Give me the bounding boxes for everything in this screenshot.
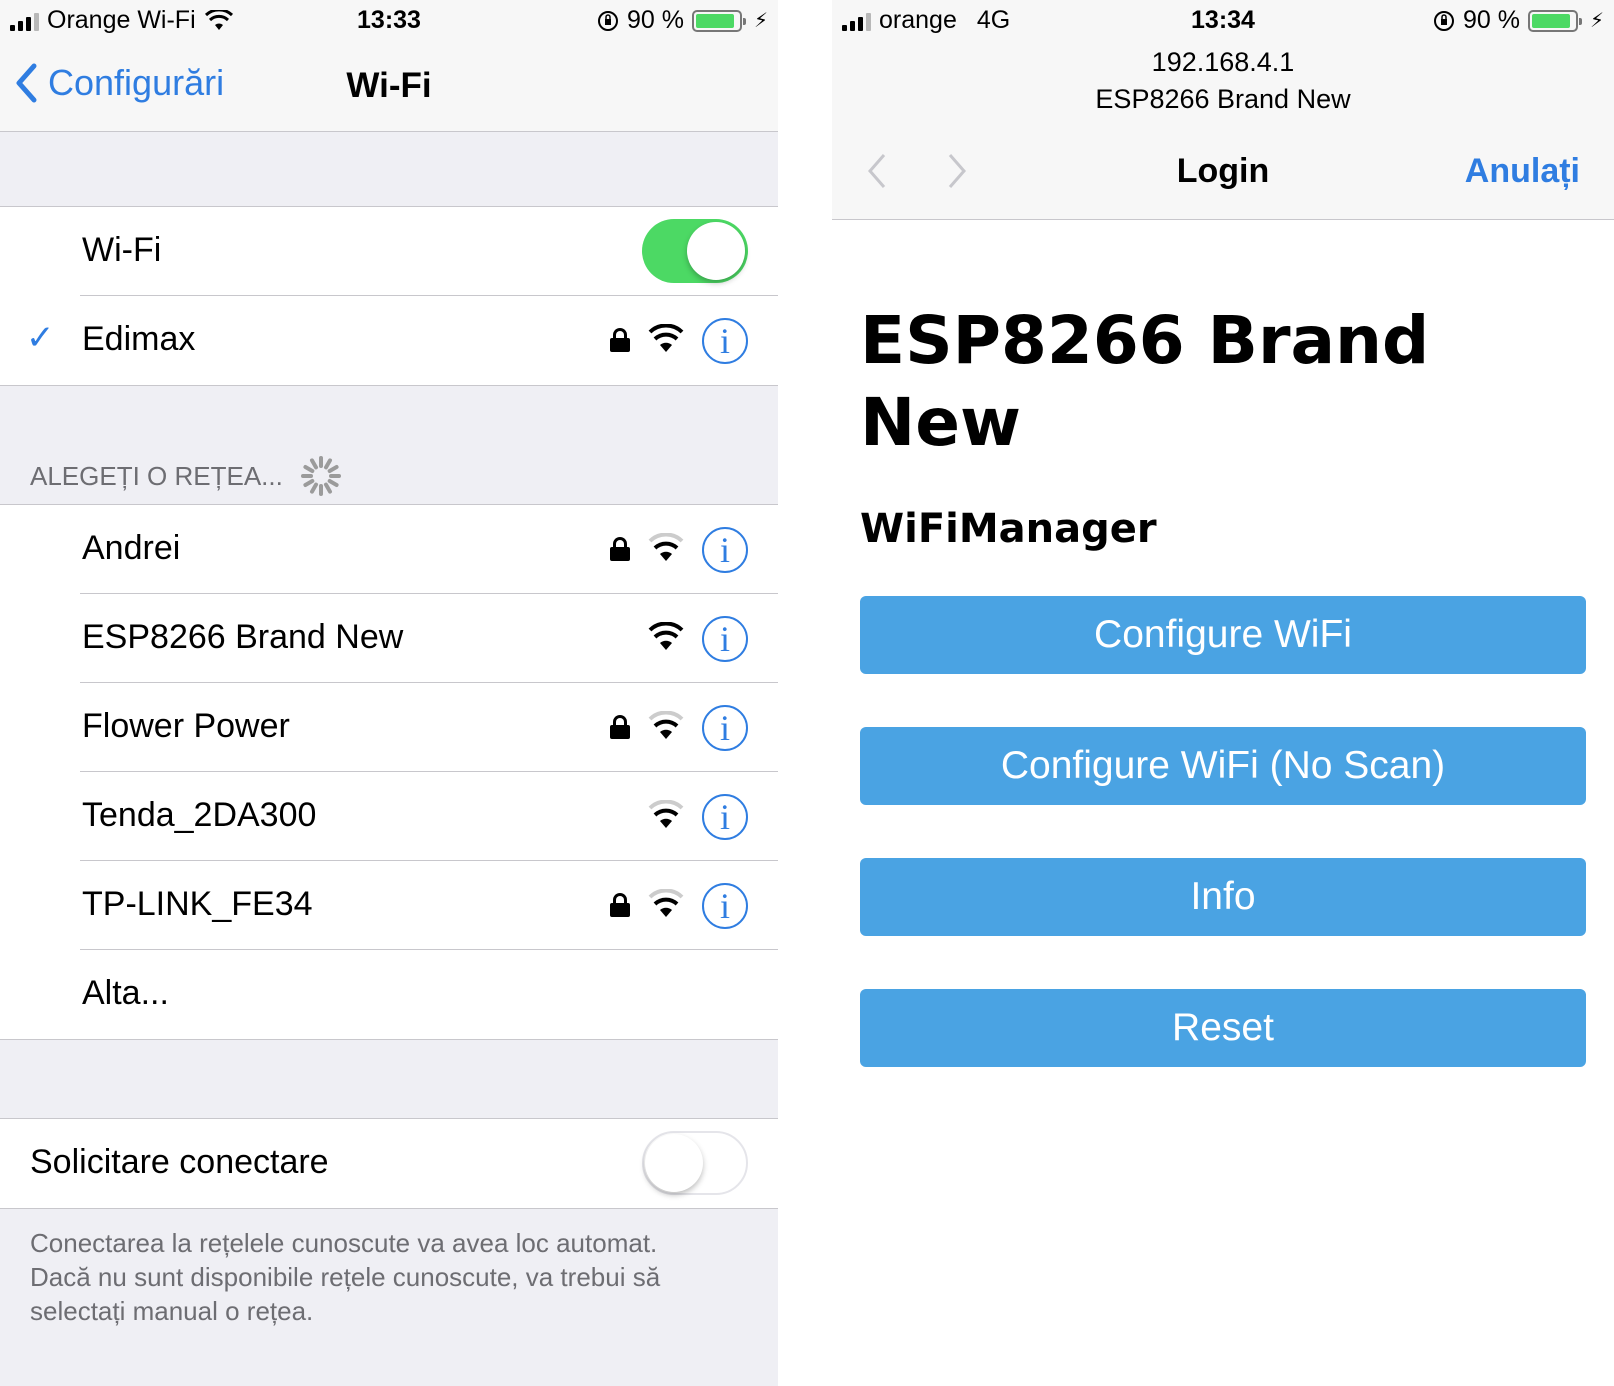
orientation-lock-icon (1433, 10, 1454, 31)
lock-icon (610, 893, 630, 917)
wifi-signal-icon (648, 622, 684, 650)
page-title: Wi-Fi (346, 66, 432, 105)
battery-percent: 90 % (1462, 6, 1520, 34)
address-ssid: ESP8266 Brand New (1095, 84, 1351, 114)
address-bar: 192.168.4.1 ESP8266 Brand New (832, 44, 1614, 118)
left-phone-screen: Orange Wi-Fi 13:33 90 % ⚡ Configurări Wi… (0, 0, 778, 1386)
wifi-signal-icon (648, 711, 684, 739)
lock-icon (610, 537, 630, 561)
battery-icon (691, 9, 746, 32)
ask-join-label: Solicitare conectare (30, 1143, 329, 1181)
connected-network-row[interactable]: ✓ Edimax i (0, 296, 778, 385)
info-icon[interactable]: i (702, 883, 748, 929)
info-icon[interactable]: i (702, 616, 748, 662)
right-phone-screen: orange 4G 13:34 90 % ⚡ 192.168.4.1 ESP82… (832, 0, 1614, 1386)
info-icon[interactable]: i (702, 318, 748, 364)
wifi-signal-icon (648, 533, 684, 561)
reset-button[interactable]: Reset (860, 989, 1586, 1067)
battery-icon (1527, 9, 1582, 32)
wifi-signal-icon (648, 324, 684, 352)
ask-join-toggle[interactable] (642, 1131, 748, 1195)
login-navigation-bar: Login Anulați (832, 120, 1614, 220)
ask-join-row: Solicitare conectare (0, 1119, 778, 1208)
wifi-toggle-row: Wi-Fi (0, 207, 778, 296)
spinner-icon (299, 454, 343, 498)
network-row-esp8266[interactable]: ESP8266 Brand New i (0, 594, 778, 683)
info-button[interactable]: Info (860, 858, 1586, 936)
network-name: Flower Power (82, 707, 290, 745)
status-bar: Orange Wi-Fi 13:33 90 % ⚡ (0, 0, 778, 44)
configure-wifi-no-scan-button[interactable]: Configure WiFi (No Scan) (860, 727, 1586, 805)
wifi-group: Wi-Fi ✓ Edimax i (0, 206, 778, 386)
wifi-signal-icon (648, 800, 684, 828)
network-name: Edimax (82, 320, 196, 358)
other-network-row[interactable]: Alta... (0, 950, 778, 1039)
wifi-toggle[interactable] (642, 219, 748, 283)
address-ip: 192.168.4.1 (1151, 47, 1295, 77)
section-header-label: ALEGEȚI O REȚEA... (30, 460, 283, 491)
orientation-lock-icon (597, 10, 618, 31)
portal-heading: ESP8266 Brand New (860, 302, 1430, 461)
network-name: Tenda_2DA300 (82, 796, 317, 834)
wifi-toggle-label: Wi-Fi (82, 231, 162, 269)
footer-description: Conectarea la rețelele cunoscute va avea… (30, 1228, 661, 1326)
network-list: Andrei i ESP8266 Brand New i Flower Powe… (0, 504, 778, 1040)
info-icon[interactable]: i (702, 705, 748, 751)
lock-icon (610, 328, 630, 352)
portal-subheading: WiFiManager (860, 506, 1157, 552)
charging-icon: ⚡ (1589, 10, 1604, 32)
navigation-bar: Configurări Wi-Fi (0, 44, 778, 132)
ask-join-group: Solicitare conectare (0, 1118, 778, 1209)
cancel-button[interactable]: Anulați (1465, 152, 1580, 191)
network-name: TP-LINK_FE34 (82, 885, 313, 923)
lock-icon (610, 715, 630, 739)
info-icon[interactable]: i (702, 527, 748, 573)
info-icon[interactable]: i (702, 794, 748, 840)
network-name: Andrei (82, 529, 181, 567)
network-row-andrei[interactable]: Andrei i (0, 505, 778, 594)
network-name: ESP8266 Brand New (82, 618, 404, 656)
network-row-tp-link[interactable]: TP-LINK_FE34 i (0, 861, 778, 950)
network-row-tenda[interactable]: Tenda_2DA300 i (0, 772, 778, 861)
battery-percent: 90 % (626, 6, 684, 34)
choose-network-header: ALEGEȚI O REȚEA... (30, 454, 343, 498)
wifi-signal-icon (648, 889, 684, 917)
status-bar: orange 4G 13:34 90 % ⚡ (832, 0, 1614, 44)
other-network-label: Alta... (82, 974, 169, 1012)
network-row-flower-power[interactable]: Flower Power i (0, 683, 778, 772)
checkmark-icon: ✓ (26, 319, 55, 357)
charging-icon: ⚡ (753, 10, 768, 32)
configure-wifi-button[interactable]: Configure WiFi (860, 596, 1586, 674)
